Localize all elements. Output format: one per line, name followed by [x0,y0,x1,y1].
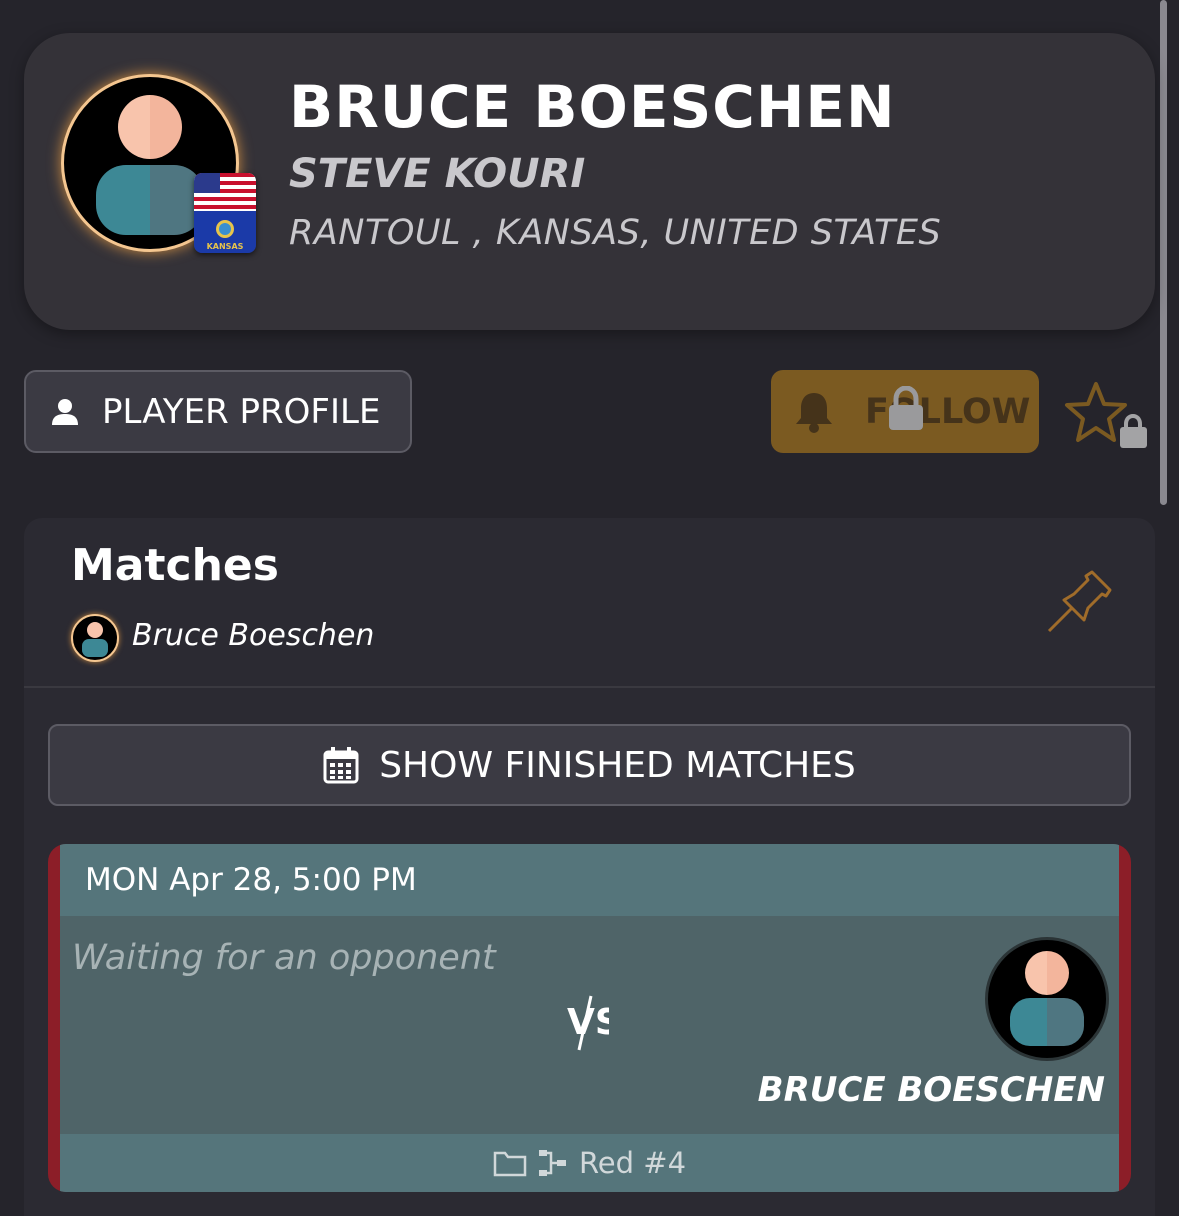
match-datetime: MON Apr 28, 5:00 PM [60,844,1119,916]
left-player-placeholder: Waiting for an opponent [72,938,496,978]
player-header-card: KANSAS BRUCE BOESCHEN STEVE KOURI RANTOU… [24,33,1155,330]
divider [24,686,1155,688]
partner-name: STEVE KOURI [289,151,586,197]
versus-icon: VS [567,995,609,1051]
us-kansas-flag-icon: KANSAS [194,173,256,253]
favorite-button[interactable] [1064,380,1154,452]
person-avatar-icon [1010,951,1084,1046]
show-finished-label: SHOW FINISHED MATCHES [379,744,856,786]
player-location: RANTOUL , KANSAS, UNITED STATES [289,213,942,253]
user-icon [52,398,78,425]
folder-icon [493,1151,527,1177]
calendar-icon [323,747,359,784]
lock-icon [889,386,923,430]
match-table: Red #4 [578,1146,687,1180]
player-name: BRUCE BOESCHEN [289,73,896,141]
filter-player-avatar [71,614,119,662]
match-card-body: MON Apr 28, 5:00 PM Waiting for an oppon… [60,844,1119,1192]
bell-icon [796,392,832,433]
match-footer: Red #4 [60,1134,1119,1192]
player-profile-button[interactable]: PLAYER PROFILE [24,370,412,453]
page-scrollbar[interactable] [1160,0,1167,505]
filter-player-name: Bruce Boeschen [132,618,375,653]
flag-label: KANSAS [207,242,244,251]
right-player-avatar [985,937,1109,1061]
matches-panel: Matches Bruce Boeschen SHOW FINISHED MAT… [24,518,1155,1216]
person-avatar-icon [82,622,108,657]
bracket-icon [538,1150,566,1176]
star-icon [1065,382,1147,448]
follow-button[interactable]: FOLLOW [771,370,1039,453]
flag-badge: KANSAS [194,173,256,253]
player-profile-label: PLAYER PROFILE [102,391,381,432]
right-player-name: BRUCE BOESCHEN [757,1070,1105,1110]
match-card[interactable]: MON Apr 28, 5:00 PM Waiting for an oppon… [48,844,1131,1192]
show-finished-matches-button[interactable]: SHOW FINISHED MATCHES [48,724,1131,806]
matches-title: Matches [71,540,279,591]
pin-icon[interactable] [1044,568,1116,636]
